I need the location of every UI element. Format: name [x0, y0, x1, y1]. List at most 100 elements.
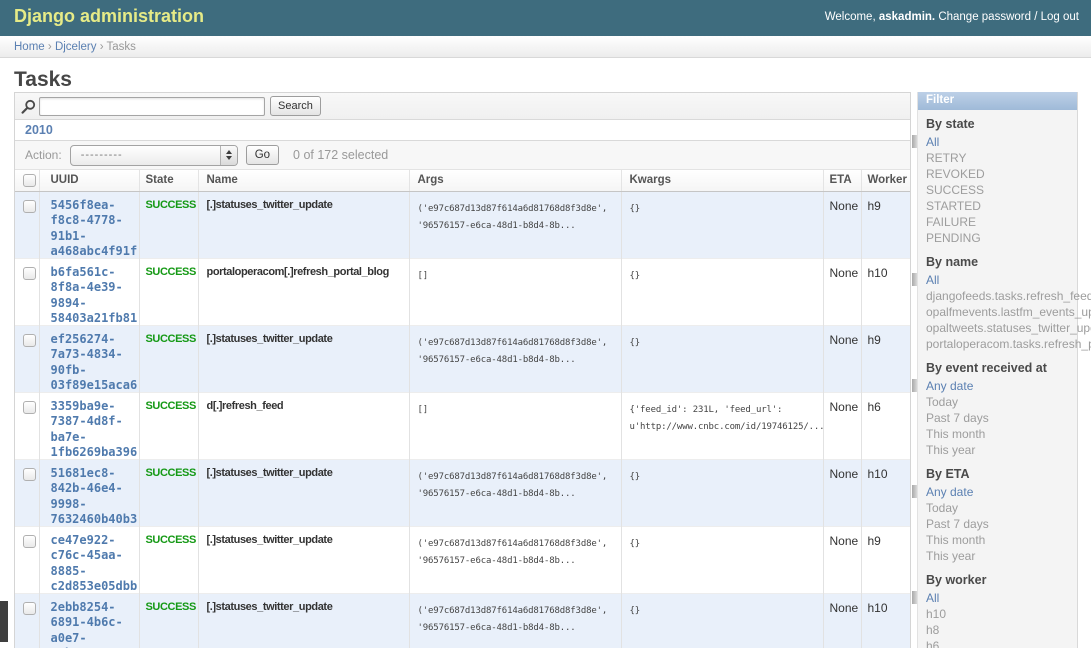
desktop-artifact [0, 601, 8, 642]
filter-item[interactable]: RETRY [918, 150, 1077, 166]
column-header-args[interactable]: Args [409, 170, 621, 191]
filter-item[interactable]: Any date [918, 378, 1077, 394]
table-row: 2ebb8254- 6891-4b6c- a0e7- 4ab09e424667S… [15, 593, 910, 648]
args-cell: ('e97c687d13d87f614a6d81768d8f3d8e', '96… [409, 191, 621, 258]
worker-cell: h10 [861, 459, 910, 526]
changelist-module: Search 2010 Action: --------- Go 0 of 17… [14, 92, 911, 648]
selection-counter: 0 of 172 selected [293, 148, 388, 162]
args-cell: [] [409, 258, 621, 325]
task-uuid-link[interactable]: 3359ba9e- 7387-4d8f- ba7e- 1fb6269ba396 [51, 399, 131, 458]
row-checkbox[interactable] [23, 602, 36, 615]
filter-item[interactable]: opalfmevents.lastfm_events_update [918, 304, 1077, 320]
breadcrumb: Home › Djcelery › Tasks [0, 36, 1091, 58]
column-header-eta[interactable]: ETA [823, 170, 861, 191]
row-checkbox[interactable] [23, 468, 36, 481]
filter-item[interactable]: Any date [918, 484, 1077, 500]
uuid-cell: 3359ba9e- 7387-4d8f- ba7e- 1fb6269ba396 [39, 392, 139, 459]
state-cell: SUCCESS [139, 392, 198, 459]
column-header-uuid[interactable]: UUID [39, 170, 139, 191]
eta-cell: None [823, 258, 861, 325]
search-bar-row: Search [15, 93, 910, 120]
search-button[interactable]: Search [270, 96, 321, 116]
filter-body: By stateAllRETRYREVOKEDSUCCESSSTARTEDFAI… [918, 118, 1077, 648]
username: askadmin. [879, 11, 935, 23]
task-uuid-link[interactable]: 5456f8ea- f8c8-4778- 91b1- a468abc4f91f [51, 198, 131, 257]
breadcrumb-app[interactable]: Djcelery [55, 41, 97, 53]
filter-section: By ETAAny dateTodayPast 7 daysThis month… [918, 468, 1077, 564]
filter-item[interactable]: h6 [918, 638, 1077, 648]
filter-item[interactable]: Past 7 days [918, 410, 1077, 426]
date-hierarchy: 2010 [15, 120, 910, 141]
go-button[interactable]: Go [246, 145, 279, 165]
filter-item[interactable]: h8 [918, 622, 1077, 638]
row-select-cell [15, 593, 39, 648]
args-cell: ('e97c687d13d87f614a6d81768d8f3d8e', '96… [409, 325, 621, 392]
task-uuid-link[interactable]: 2ebb8254- 6891-4b6c- a0e7- 4ab09e424667 [51, 600, 131, 648]
table-header-row: UUID State Name Args Kwargs ETA Worker [15, 170, 910, 191]
state-cell: SUCCESS [139, 191, 198, 258]
filter-item[interactable]: Today [918, 394, 1077, 410]
row-checkbox[interactable] [23, 334, 36, 347]
select-arrows-icon [220, 146, 237, 165]
select-all-checkbox[interactable] [23, 174, 36, 187]
table-row: 51681ec8- 842b-46e4- 9998- 7632460b40b3S… [15, 459, 910, 526]
breadcrumb-separator: › [100, 41, 104, 53]
filter-item[interactable]: h10 [918, 606, 1077, 622]
worker-cell: h10 [861, 258, 910, 325]
table-row: 5456f8ea- f8c8-4778- 91b1- a468abc4f91fS… [15, 191, 910, 258]
worker-cell: h9 [861, 526, 910, 593]
filter-item[interactable]: opaltweets.statuses_twitter_update [918, 320, 1077, 336]
worker-cell: h6 [861, 392, 910, 459]
column-header-worker[interactable]: Worker [861, 170, 910, 191]
filter-item[interactable]: djangofeeds.tasks.refresh_feeds [918, 288, 1077, 304]
filter-item[interactable]: Today [918, 500, 1077, 516]
task-uuid-link[interactable]: ce47e922- c76c-45aa- 8885- c2d853e05dbb [51, 533, 131, 592]
filter-item[interactable]: This year [918, 548, 1077, 564]
logout-link[interactable]: Log out [1041, 11, 1079, 23]
filter-item[interactable]: FAILURE [918, 214, 1077, 230]
row-checkbox[interactable] [23, 401, 36, 414]
task-uuid-link[interactable]: b6fa561c- 8f8a-4e39- 9894- 58403a21fb81 [51, 265, 131, 324]
filter-item[interactable]: SUCCESS [918, 182, 1077, 198]
row-checkbox[interactable] [23, 200, 36, 213]
filter-item[interactable]: Past 7 days [918, 516, 1077, 532]
name-cell: d[.]refresh_feed [198, 392, 409, 459]
filter-item[interactable]: STARTED [918, 198, 1077, 214]
column-header-kwargs[interactable]: Kwargs [621, 170, 823, 191]
eta-cell: None [823, 526, 861, 593]
row-select-cell [15, 392, 39, 459]
filter-item[interactable]: All [918, 134, 1077, 150]
filter-item[interactable]: All [918, 590, 1077, 606]
task-uuid-link[interactable]: 51681ec8- 842b-46e4- 9998- 7632460b40b3 [51, 466, 131, 525]
uuid-cell: ce47e922- c76c-45aa- 8885- c2d853e05dbb [39, 526, 139, 593]
filter-item[interactable]: This year [918, 442, 1077, 458]
task-uuid-link[interactable]: ef256274- 7a73-4834- 90fb- 03f89e15aca6 [51, 332, 131, 391]
action-select[interactable]: --------- [70, 145, 238, 166]
filter-item[interactable]: This month [918, 532, 1077, 548]
state-cell: SUCCESS [139, 459, 198, 526]
column-header-name[interactable]: Name [198, 170, 409, 191]
change-password-link[interactable]: Change password [938, 11, 1031, 23]
breadcrumb-separator: › [48, 41, 52, 53]
breadcrumb-home[interactable]: Home [14, 41, 45, 53]
uuid-cell: 2ebb8254- 6891-4b6c- a0e7- 4ab09e424667 [39, 593, 139, 648]
filter-item[interactable]: portaloperacom.tasks.refresh_portal_blog [918, 336, 1077, 352]
kwargs-cell: {} [621, 526, 823, 593]
name-cell: [.]statuses_twitter_update [198, 459, 409, 526]
row-select-cell [15, 325, 39, 392]
filter-section: By event received atAny dateTodayPast 7 … [918, 362, 1077, 458]
row-checkbox[interactable] [23, 267, 36, 280]
eta-cell: None [823, 392, 861, 459]
filter-item[interactable]: All [918, 272, 1077, 288]
row-checkbox[interactable] [23, 535, 36, 548]
filter-item[interactable]: PENDING [918, 230, 1077, 246]
filter-section: By state AllRETRYREVOKEDSUCCESSSTARTEDFAI… [918, 118, 1077, 246]
filter-section-title: By state [926, 118, 1077, 131]
state-cell: SUCCESS [139, 325, 198, 392]
row-select-cell [15, 526, 39, 593]
search-input[interactable] [39, 97, 265, 116]
column-header-state[interactable]: State [139, 170, 198, 191]
filter-item[interactable]: This month [918, 426, 1077, 442]
date-hierarchy-link[interactable]: 2010 [25, 123, 53, 137]
filter-item[interactable]: REVOKED [918, 166, 1077, 182]
